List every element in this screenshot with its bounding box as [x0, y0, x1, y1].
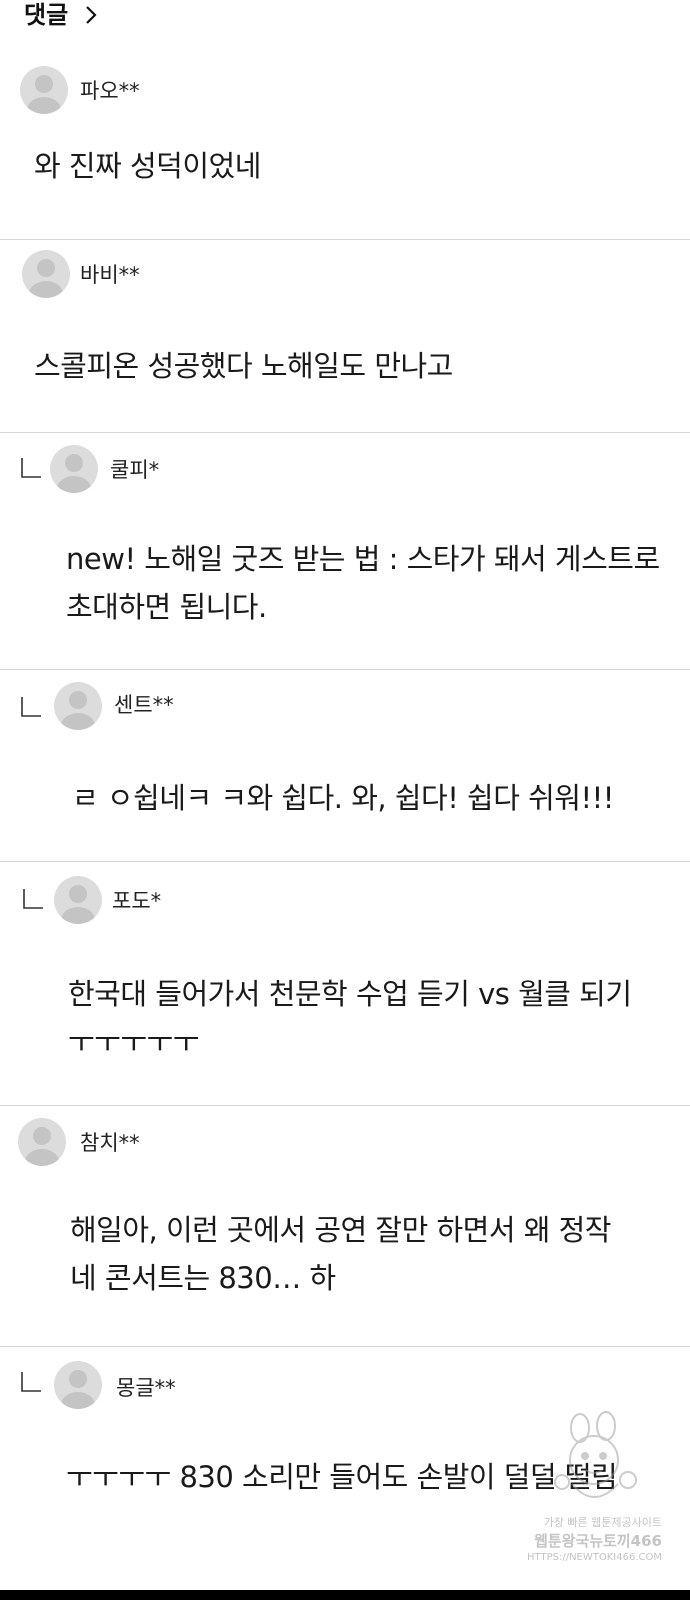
- comment-author[interactable]: 참치**: [80, 1130, 140, 1156]
- comment-author[interactable]: 포도*: [112, 888, 161, 914]
- comment-text: 스콜피온 성공했다 노해일도 만나고: [34, 349, 453, 383]
- reply-indicator-icon: [21, 458, 41, 478]
- comments-title[interactable]: 댓글: [24, 0, 68, 30]
- comment-text: 와 진짜 성덕이었네: [34, 149, 261, 183]
- comment-text: ㅜㅜㅜㅜㅜ: [68, 1025, 199, 1059]
- chevron-right-icon[interactable]: [80, 4, 102, 26]
- watermark-url: HTTPS://NEWTOKI466.COM: [527, 1552, 662, 1563]
- user-avatar-icon: [29, 259, 63, 298]
- comment-text: 초대하면 됩니다.: [66, 590, 267, 624]
- bottom-bar: [0, 1590, 690, 1600]
- reply-item: 포도* 한국대 들어가서 천문학 수업 듣기 vs 월클 되기 ㅜㅜㅜㅜㅜ: [0, 862, 690, 1106]
- watermark: 가장 빠른 웹툰제공사이트 웹툰왕국뉴토끼466 HTTPS://NEWTOKI…: [522, 1410, 662, 1580]
- comment-author[interactable]: 파오**: [80, 78, 140, 104]
- avatar[interactable]: [22, 250, 70, 298]
- comments-header[interactable]: 댓글: [0, 0, 690, 34]
- comment-text: ㄹ ㅇ쉽네ㅋ ㅋ와 쉽다. 와, 쉽다! 쉽다 쉬워!!!: [72, 781, 614, 815]
- reply-indicator-icon: [21, 1372, 41, 1392]
- comment-author[interactable]: 센트**: [114, 692, 174, 718]
- reply-indicator-icon: [21, 697, 41, 717]
- user-avatar-icon: [25, 1127, 59, 1166]
- watermark-site-name: 웹툰왕국뉴토끼466: [534, 1532, 662, 1550]
- comment-author[interactable]: 바비**: [80, 262, 140, 288]
- user-avatar-icon: [61, 1370, 95, 1409]
- avatar[interactable]: [54, 876, 102, 924]
- comment-item: 바비** 스콜피온 성공했다 노해일도 만나고: [0, 240, 690, 433]
- comment-author[interactable]: 쿨피*: [110, 457, 159, 483]
- avatar[interactable]: [54, 1361, 102, 1409]
- comment-item: 참치** 해일아, 이런 곳에서 공연 잘만 하면서 왜 정작 네 콘서트는 8…: [0, 1106, 690, 1347]
- comment-text: 한국대 들어가서 천문학 수업 듣기 vs 월클 되기: [68, 977, 632, 1011]
- avatar[interactable]: [20, 66, 68, 114]
- avatar[interactable]: [18, 1118, 66, 1166]
- user-avatar-icon: [57, 454, 91, 493]
- avatar[interactable]: [54, 682, 102, 730]
- reply-item: 센트** ㄹ ㅇ쉽네ㅋ ㅋ와 쉽다. 와, 쉽다! 쉽다 쉬워!!!: [0, 670, 690, 862]
- watermark-tagline: 가장 빠른 웹툰제공사이트: [543, 1516, 662, 1529]
- watermark-mascot-icon: [554, 1411, 637, 1498]
- reply-item: 쿨피* new! 노해일 굿즈 받는 법 : 스타가 돼서 게스트로 초대하면 …: [0, 433, 690, 670]
- reply-indicator-icon: [23, 889, 43, 909]
- comment-text: new! 노해일 굿즈 받는 법 : 스타가 돼서 게스트로: [66, 542, 660, 576]
- comment-text: 네 콘서트는 830… 하: [70, 1261, 336, 1295]
- avatar[interactable]: [50, 445, 98, 493]
- comment-text: 해일아, 이런 곳에서 공연 잘만 하면서 왜 정작: [70, 1213, 612, 1247]
- comment-item: 파오** 와 진짜 성덕이었네: [0, 50, 690, 240]
- user-avatar-icon: [61, 691, 95, 730]
- user-avatar-icon: [27, 75, 61, 114]
- comment-author[interactable]: 몽글**: [116, 1375, 176, 1401]
- user-avatar-icon: [61, 885, 95, 924]
